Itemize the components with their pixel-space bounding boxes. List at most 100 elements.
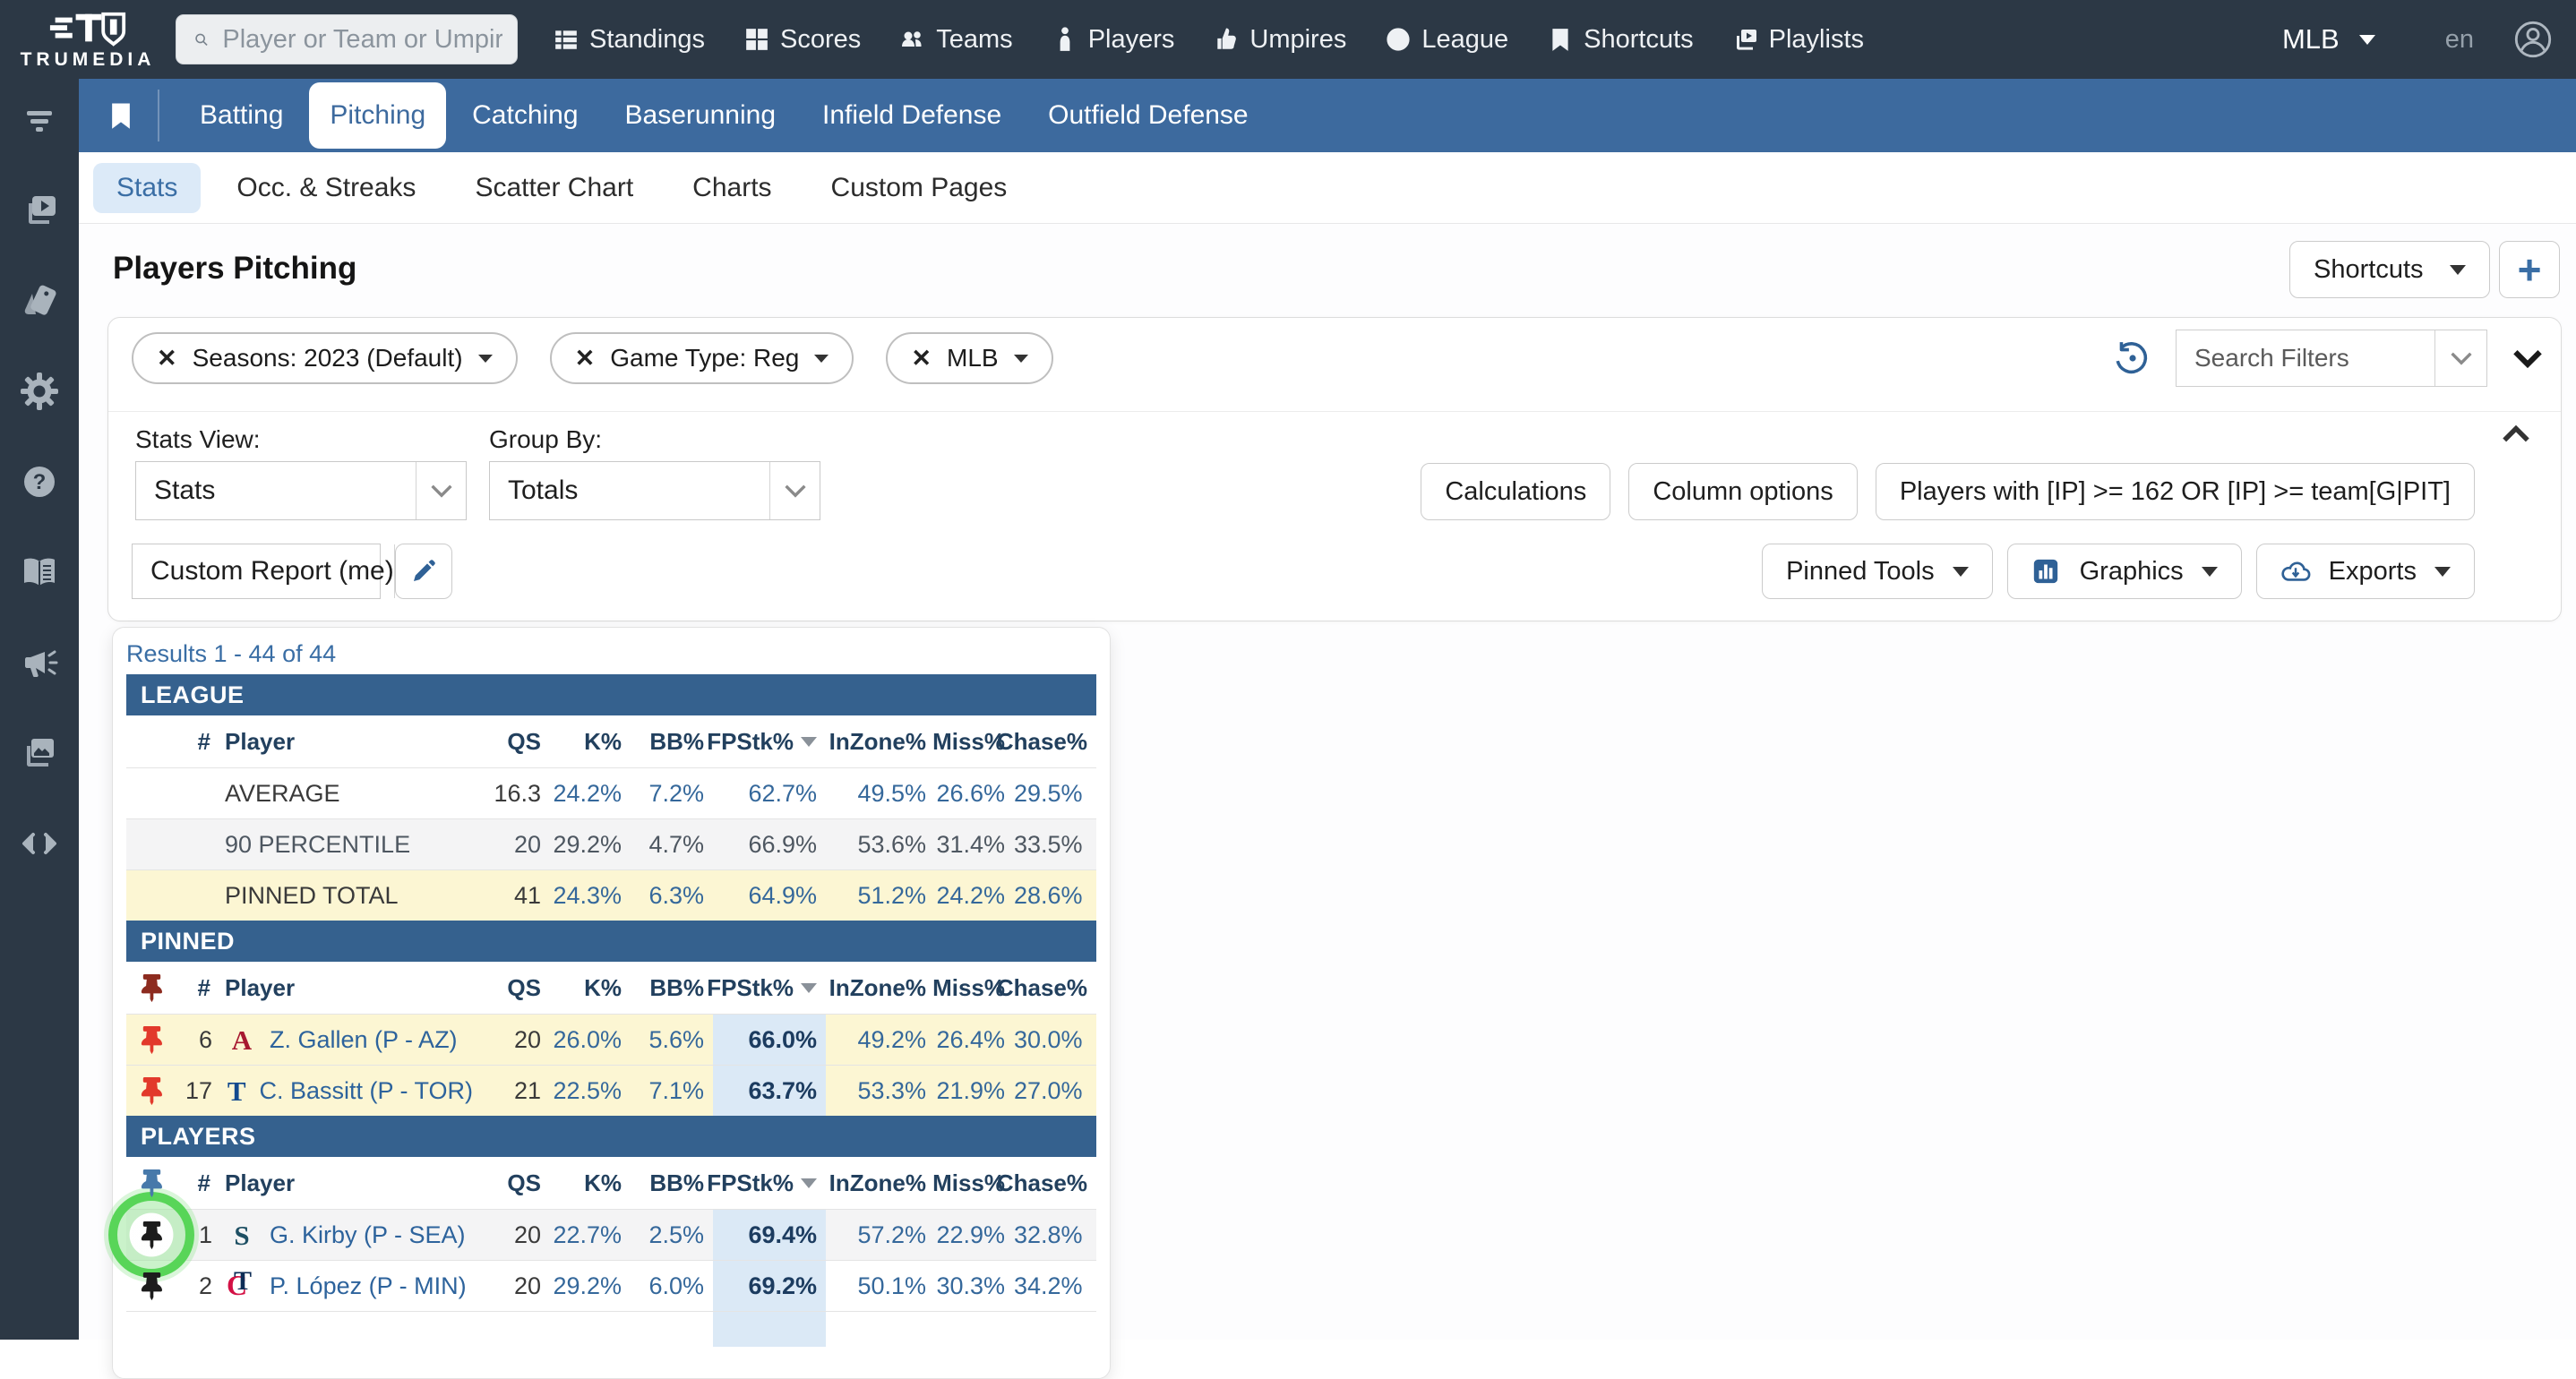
stat-value[interactable]: 28.6% — [1014, 882, 1096, 910]
column-header-cell[interactable]: Chase% — [1014, 974, 1096, 1002]
stat-value[interactable]: 7.1% — [631, 1077, 713, 1105]
column-header-cell[interactable]: BB% — [631, 974, 713, 1002]
remove-filter-icon[interactable]: ✕ — [157, 345, 177, 373]
column-header-cell[interactable]: K% — [550, 728, 631, 756]
stat-value[interactable]: 49.5% — [826, 780, 935, 808]
stat-value[interactable]: 66.0% — [748, 1026, 826, 1054]
nav-scores[interactable]: Scores — [744, 25, 861, 55]
player-link[interactable]: P. López (P - MIN) — [270, 1272, 467, 1300]
tab-charts[interactable]: Charts — [669, 163, 794, 213]
search-filters-box[interactable] — [2176, 330, 2487, 387]
shortcuts-dropdown-button[interactable]: Shortcuts — [2289, 241, 2490, 298]
column-header-cell[interactable]: QS — [473, 1169, 550, 1197]
nav-standings[interactable]: Standings — [554, 25, 705, 55]
column-header-cell[interactable]: FPStk% — [713, 728, 826, 756]
player-link[interactable]: G. Kirby (P - SEA) — [270, 1221, 466, 1249]
column-header-cell[interactable]: K% — [550, 1169, 631, 1197]
league-selector[interactable]: MLB — [2282, 23, 2375, 56]
stat-value[interactable]: 69.2% — [748, 1272, 826, 1300]
column-header-cell[interactable]: Player — [219, 1169, 473, 1197]
pin-icon[interactable] — [141, 1077, 163, 1105]
stat-value[interactable]: 24.2% — [550, 780, 631, 808]
stat-value[interactable]: 62.7% — [713, 780, 826, 808]
stat-value[interactable]: 64.9% — [713, 882, 826, 910]
tab-pitching[interactable]: Pitching — [309, 82, 446, 149]
pin-icon[interactable] — [141, 1272, 163, 1300]
nav-shortcuts[interactable]: Shortcuts — [1548, 25, 1694, 55]
pin-column-header[interactable] — [126, 1157, 176, 1209]
column-header-cell[interactable]: # — [176, 728, 219, 756]
filter-history-icon[interactable] — [2113, 339, 2151, 377]
column-header-cell[interactable]: QS — [473, 974, 550, 1002]
stat-value[interactable]: 22.5% — [550, 1077, 631, 1105]
stat-value[interactable]: 2.5% — [631, 1221, 713, 1249]
tab-stats[interactable]: Stats — [93, 163, 201, 213]
stat-value[interactable]: 5.6% — [631, 1026, 713, 1054]
stat-value[interactable]: 51.2% — [826, 882, 935, 910]
help-icon[interactable]: ? — [20, 462, 59, 501]
pin-column-header[interactable] — [126, 962, 176, 1014]
stat-value[interactable]: 30.3% — [935, 1272, 1014, 1300]
player-link[interactable]: Z. Gallen (P - AZ) — [270, 1026, 458, 1054]
group-by-select[interactable]: Totals — [489, 461, 820, 520]
edit-report-button[interactable] — [395, 544, 452, 599]
column-header-cell[interactable]: BB% — [631, 1169, 713, 1197]
column-header-cell[interactable]: FPStk% — [713, 1169, 826, 1197]
column-header-cell[interactable]: InZone% — [826, 1169, 935, 1197]
stat-value[interactable]: 30.0% — [1014, 1026, 1096, 1054]
column-header-cell[interactable]: InZone% — [826, 974, 935, 1002]
tab-batting[interactable]: Batting — [179, 79, 304, 152]
stats-view-select[interactable]: Stats — [135, 461, 467, 520]
tab-infield-defense[interactable]: Infield Defense — [802, 79, 1022, 152]
exports-button[interactable]: Exports — [2256, 544, 2475, 599]
column-header-cell[interactable]: InZone% — [826, 728, 935, 756]
nav-playlists[interactable]: Playlists — [1733, 25, 1864, 55]
pinned-tools-button[interactable]: Pinned Tools — [1762, 544, 1993, 599]
add-shortcut-button[interactable]: + — [2499, 241, 2560, 298]
stat-value[interactable]: 27.0% — [1014, 1077, 1096, 1105]
chip-seasons[interactable]: ✕ Seasons: 2023 (Default) — [132, 332, 518, 384]
column-header-cell[interactable]: FPStk% — [713, 974, 826, 1002]
stat-value[interactable]: 7.2% — [631, 780, 713, 808]
global-search[interactable] — [176, 14, 518, 64]
stat-value[interactable]: 22.7% — [550, 1221, 631, 1249]
collapse-panel-chevron-icon[interactable] — [2502, 425, 2530, 443]
stat-value[interactable]: 32.8% — [1014, 1221, 1096, 1249]
stat-value[interactable]: 26.4% — [935, 1026, 1014, 1054]
tab-catching[interactable]: Catching — [451, 79, 598, 152]
pin-icon[interactable] — [141, 1026, 163, 1054]
stat-value[interactable]: 26.6% — [935, 780, 1014, 808]
stat-value[interactable]: 6.0% — [631, 1272, 713, 1300]
stat-value[interactable]: 6.3% — [631, 882, 713, 910]
calculations-button[interactable]: Calculations — [1421, 463, 1610, 520]
pin-icon[interactable] — [141, 1221, 163, 1249]
pin-cell[interactable] — [126, 1066, 176, 1116]
stat-value[interactable]: 26.0% — [550, 1026, 631, 1054]
swatches-icon[interactable] — [20, 281, 59, 321]
graphics-button[interactable]: Graphics — [2007, 544, 2242, 599]
column-header-cell[interactable]: K% — [550, 974, 631, 1002]
tab-custom-pages[interactable]: Custom Pages — [808, 163, 1031, 213]
pin-icon[interactable] — [141, 974, 163, 1002]
tab-baserunning[interactable]: Baserunning — [605, 79, 796, 152]
tab-occ-streaks[interactable]: Occ. & Streaks — [213, 163, 439, 213]
column-header-cell[interactable]: Player — [219, 974, 473, 1002]
column-header-cell[interactable]: # — [176, 1169, 219, 1197]
stat-value[interactable]: 50.1% — [826, 1272, 935, 1300]
nav-league[interactable]: League — [1386, 25, 1508, 55]
stat-value[interactable]: 57.2% — [826, 1221, 935, 1249]
stat-value[interactable]: 24.3% — [550, 882, 631, 910]
column-header-cell[interactable]: Player — [219, 728, 473, 756]
chip-game-type[interactable]: ✕ Game Type: Reg — [550, 332, 854, 384]
stat-value[interactable]: 24.2% — [935, 882, 1014, 910]
custom-report-select[interactable]: Custom Report (me) — [132, 544, 381, 599]
search-filters-input[interactable] — [2177, 330, 2434, 386]
column-header-cell[interactable]: QS — [473, 728, 550, 756]
pin-cell[interactable] — [126, 1210, 176, 1260]
stat-value[interactable]: 21.9% — [935, 1077, 1014, 1105]
column-header-cell[interactable]: Chase% — [1014, 1169, 1096, 1197]
filter-icon[interactable] — [20, 100, 59, 140]
expand-filters-chevron-icon[interactable] — [2512, 348, 2543, 368]
global-search-input[interactable] — [222, 25, 502, 55]
player-link[interactable]: C. Bassitt (P - TOR) — [259, 1077, 473, 1105]
